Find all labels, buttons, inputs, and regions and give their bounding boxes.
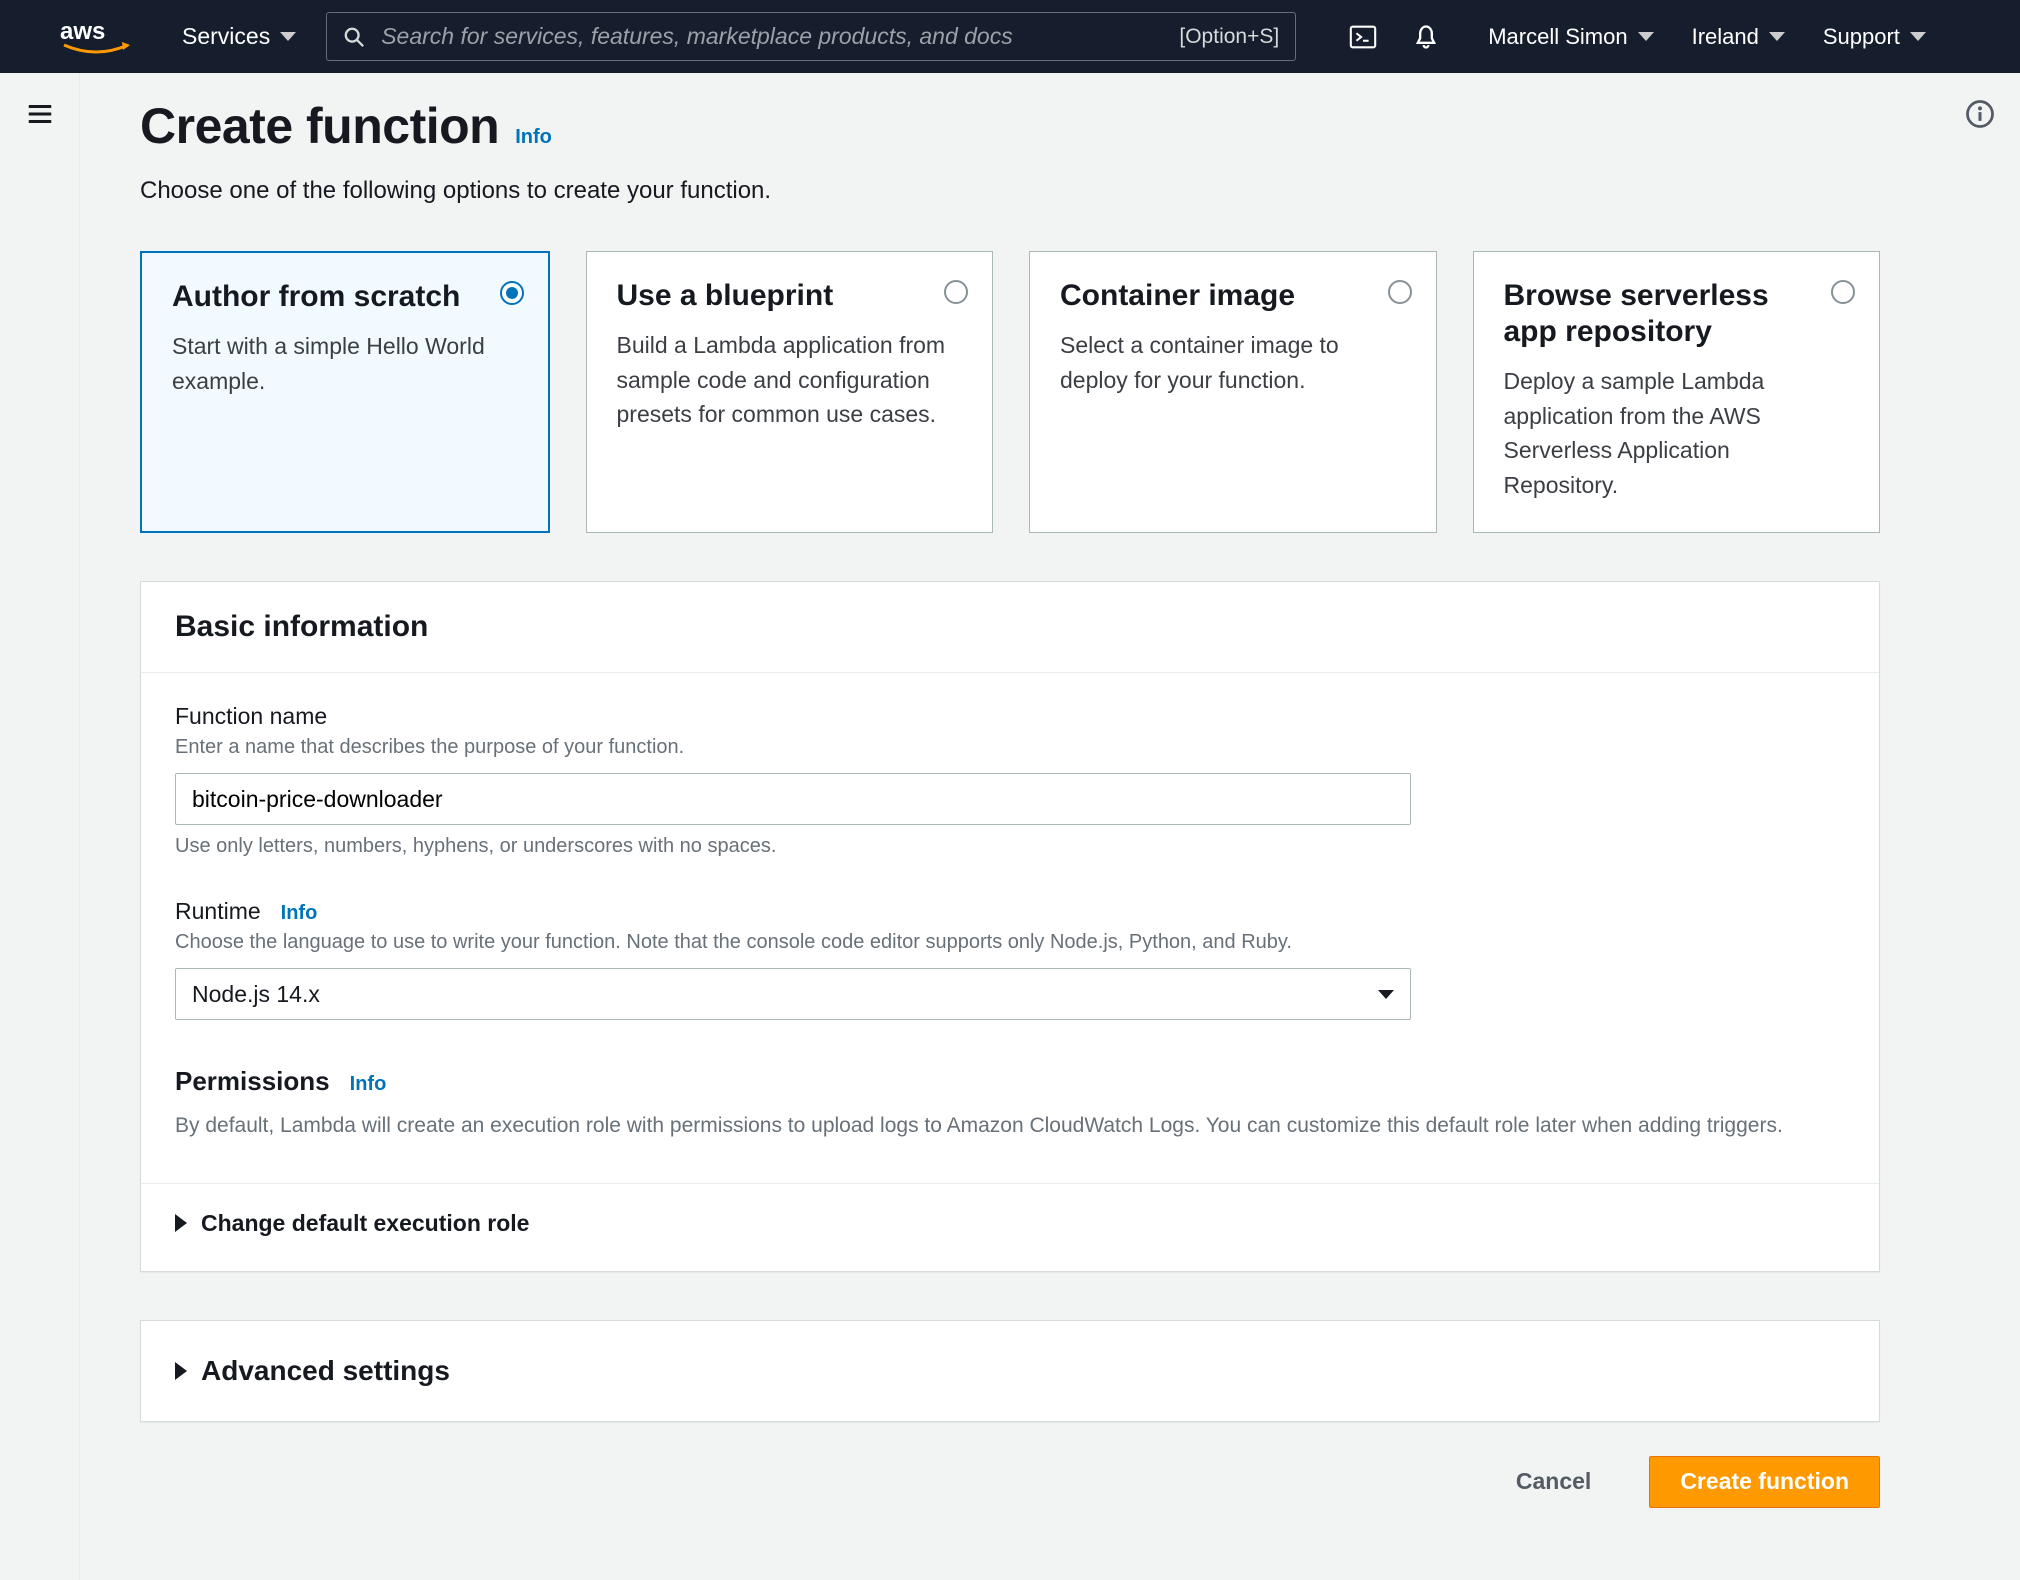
search-input[interactable] (379, 22, 1165, 51)
help-rail (1940, 73, 2020, 1580)
page-subtitle: Choose one of the following options to c… (140, 177, 1880, 205)
caret-down-icon (1769, 32, 1785, 41)
panel-title: Basic information (175, 610, 1845, 644)
runtime-selected-value: Node.js 14.x (192, 981, 320, 1008)
option-title: Browse serverless app repository (1504, 278, 1850, 350)
region-dropdown[interactable]: Ireland (1680, 24, 1797, 50)
side-nav-collapsed (0, 73, 80, 1580)
permissions-info-link[interactable]: Info (346, 1073, 387, 1096)
radio-icon (944, 280, 968, 304)
caret-down-icon (1378, 990, 1394, 999)
button-label: Cancel (1516, 1468, 1591, 1495)
field-label: Runtime (175, 898, 261, 925)
notifications-button[interactable] (1412, 23, 1440, 51)
global-search[interactable]: [Option+S] (326, 12, 1296, 61)
option-use-blueprint[interactable]: Use a blueprint Build a Lambda applicati… (586, 251, 994, 533)
option-title: Use a blueprint (617, 278, 963, 314)
create-function-button[interactable]: Create function (1649, 1456, 1880, 1508)
runtime-select[interactable]: Node.js 14.x (175, 968, 1411, 1020)
option-title: Author from scratch (172, 279, 518, 315)
main-content: Create function Info Choose one of the f… (80, 73, 1940, 1580)
cloudshell-button[interactable] (1348, 22, 1378, 52)
function-name-input[interactable] (175, 773, 1411, 825)
field-desc: Enter a name that describes the purpose … (175, 736, 1845, 759)
page-title: Create function (140, 97, 499, 155)
page-title-info-link[interactable]: Info (511, 126, 552, 149)
caret-down-icon (1638, 32, 1654, 41)
radio-icon (500, 281, 524, 305)
option-container-image[interactable]: Container image Select a container image… (1029, 251, 1437, 533)
runtime-field: Runtime Info Choose the language to use … (175, 898, 1845, 1020)
form-footer: Cancel Create function (140, 1456, 1880, 1508)
expander-label: Advanced settings (201, 1355, 450, 1387)
change-execution-role-expander[interactable]: Change default execution role (175, 1210, 1845, 1237)
option-serverless-repo[interactable]: Browse serverless app repository Deploy … (1473, 251, 1881, 533)
triangle-right-icon (175, 1214, 187, 1232)
advanced-settings-panel: Advanced settings (140, 1320, 1880, 1422)
option-desc: Start with a simple Hello World example. (172, 329, 518, 398)
help-panel-toggle[interactable] (1965, 99, 1995, 1580)
field-hint: Use only letters, numbers, hyphens, or u… (175, 835, 1845, 858)
advanced-settings-expander[interactable]: Advanced settings (175, 1355, 1845, 1387)
account-user-name: Marcell Simon (1488, 24, 1627, 50)
bell-icon (1412, 23, 1440, 51)
search-icon (343, 26, 365, 48)
function-name-field: Function name Enter a name that describe… (175, 703, 1845, 858)
support-dropdown[interactable]: Support (1811, 24, 1938, 50)
field-label: Function name (175, 703, 1845, 730)
permissions-desc: By default, Lambda will create an execut… (175, 1109, 1845, 1143)
creation-option-group: Author from scratch Start with a simple … (140, 251, 1880, 533)
info-circle-icon (1965, 99, 1995, 129)
aws-logo-icon: aws (60, 15, 132, 59)
option-title: Container image (1060, 278, 1406, 314)
option-desc: Deploy a sample Lambda application from … (1504, 364, 1850, 502)
runtime-info-link[interactable]: Info (277, 902, 318, 925)
triangle-right-icon (175, 1362, 187, 1380)
radio-icon (1831, 280, 1855, 304)
region-name: Ireland (1692, 24, 1759, 50)
cancel-button[interactable]: Cancel (1486, 1456, 1621, 1508)
side-nav-toggle[interactable] (25, 99, 55, 1580)
permissions-section: Permissions Info By default, Lambda will… (175, 1066, 1845, 1143)
permissions-title: Permissions (175, 1066, 330, 1097)
basic-information-panel: Basic information Function name Enter a … (140, 581, 1880, 1272)
option-desc: Build a Lambda application from sample c… (617, 328, 963, 432)
cloudshell-icon (1348, 22, 1378, 52)
account-dropdown[interactable]: Marcell Simon (1476, 24, 1665, 50)
field-desc: Choose the language to use to write your… (175, 931, 1845, 954)
button-label: Create function (1680, 1468, 1849, 1495)
svg-text:aws: aws (60, 18, 105, 45)
aws-logo[interactable]: aws (18, 0, 158, 73)
top-nav: aws Services [Option+S] Marcell Simon (0, 0, 2020, 73)
caret-down-icon (1910, 32, 1926, 41)
option-desc: Select a container image to deploy for y… (1060, 328, 1406, 397)
caret-down-icon (280, 32, 296, 41)
hamburger-icon (25, 99, 55, 129)
expander-label: Change default execution role (201, 1210, 529, 1237)
services-dropdown[interactable]: Services (172, 23, 306, 50)
search-shortcut-hint: [Option+S] (1179, 25, 1279, 49)
option-author-from-scratch[interactable]: Author from scratch Start with a simple … (140, 251, 550, 533)
radio-icon (1388, 280, 1412, 304)
services-label: Services (182, 23, 270, 50)
support-label: Support (1823, 24, 1900, 50)
